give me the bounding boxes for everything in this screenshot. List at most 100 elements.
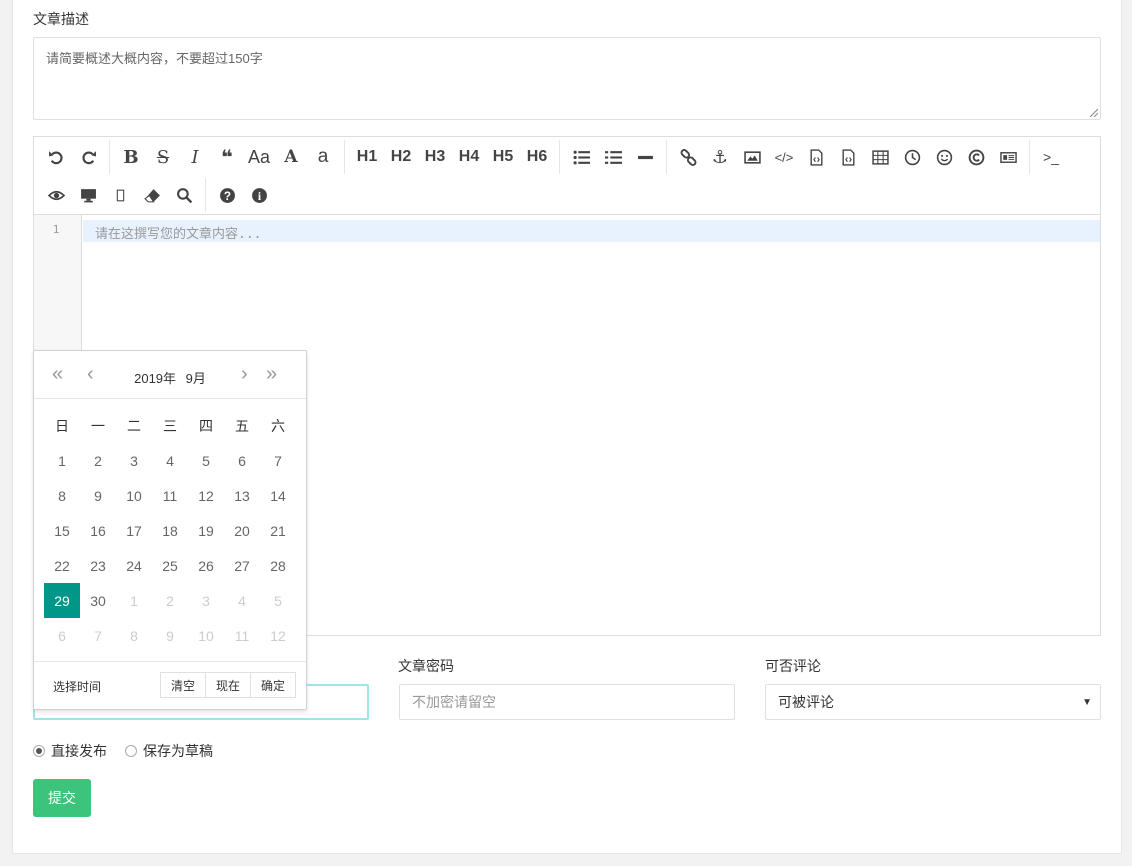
redo-icon[interactable] — [72, 142, 104, 172]
link-icon[interactable] — [672, 142, 704, 172]
calendar-day[interactable]: 16 — [80, 513, 116, 548]
calendar-day[interactable]: 19 — [188, 513, 224, 548]
terminal-icon[interactable]: >_ — [1035, 142, 1067, 172]
calendar-day[interactable]: 30 — [80, 583, 116, 618]
image-icon[interactable] — [736, 142, 768, 172]
radio-publish[interactable]: 直接发布 — [33, 741, 107, 761]
italic-icon[interactable]: I — [179, 142, 211, 172]
bold-icon[interactable]: B — [115, 142, 147, 172]
ordered-list-icon[interactable] — [597, 142, 629, 172]
uppercase-first-icon[interactable]: A — [275, 142, 307, 172]
horizontal-rule-icon[interactable] — [629, 142, 661, 172]
help-icon[interactable]: ? — [211, 180, 243, 210]
calendar-day[interactable]: 10 — [116, 478, 152, 513]
quote-icon[interactable]: ❝ — [211, 142, 243, 172]
preview-desktop-icon[interactable] — [72, 180, 104, 210]
calendar-day[interactable]: 25 — [152, 548, 188, 583]
calendar-day[interactable]: 12 — [188, 478, 224, 513]
undo-icon[interactable] — [40, 142, 72, 172]
calendar-day[interactable]: 21 — [260, 513, 296, 548]
uppercase-icon[interactable]: Aa — [243, 142, 275, 172]
calendar-day[interactable]: 8 — [44, 478, 80, 513]
preformatted-icon[interactable] — [832, 142, 864, 172]
comment-select[interactable]: 可被评论 ▼ — [765, 684, 1101, 720]
calendar-day-other-month[interactable]: 7 — [80, 618, 116, 653]
select-time-link[interactable]: 选择时间 — [53, 678, 101, 695]
calendar-day[interactable]: 9 — [80, 478, 116, 513]
strikethrough-icon[interactable]: S — [147, 142, 179, 172]
table-icon[interactable] — [864, 142, 896, 172]
h5-button[interactable]: H5 — [486, 142, 520, 172]
calendar-day[interactable]: 23 — [80, 548, 116, 583]
calendar-day[interactable]: 17 — [116, 513, 152, 548]
calendar-day[interactable]: 7 — [260, 443, 296, 478]
resize-grip-icon[interactable] — [1090, 109, 1098, 117]
calendar-day[interactable]: 27 — [224, 548, 260, 583]
h4-button[interactable]: H4 — [452, 142, 486, 172]
calendar-day[interactable]: 18 — [152, 513, 188, 548]
next-month-icon[interactable]: › — [241, 363, 248, 386]
calendar-day[interactable]: 5 — [188, 443, 224, 478]
editor-placeholder[interactable]: 请在这撰写您的文章内容... — [95, 223, 261, 242]
search-icon[interactable] — [168, 180, 200, 210]
calendar-day[interactable]: 24 — [116, 548, 152, 583]
eraser-icon[interactable] — [136, 180, 168, 210]
calendar-day-other-month[interactable]: 9 — [152, 618, 188, 653]
calendar-day[interactable]: 15 — [44, 513, 80, 548]
now-button[interactable]: 现在 — [205, 672, 251, 698]
weekday-header: 五 — [235, 417, 249, 434]
info-icon[interactable]: i — [243, 180, 275, 210]
h2-button[interactable]: H2 — [384, 142, 418, 172]
clear-button[interactable]: 清空 — [160, 672, 206, 698]
datetime-icon[interactable] — [896, 142, 928, 172]
calendar-day-other-month[interactable]: 4 — [224, 583, 260, 618]
toolbar-separator — [559, 140, 560, 174]
calendar-day[interactable]: 26 — [188, 548, 224, 583]
html-entities-icon[interactable] — [960, 142, 992, 172]
calendar-day-other-month[interactable]: 10 — [188, 618, 224, 653]
calendar-day[interactable]: 14 — [260, 478, 296, 513]
weekday-header: 一 — [91, 417, 105, 434]
calendar-day[interactable]: 22 — [44, 548, 80, 583]
unordered-list-icon[interactable] — [565, 142, 597, 172]
submit-button[interactable]: 提交 — [33, 779, 91, 817]
next-year-icon[interactable]: » — [266, 363, 277, 386]
comment-label: 可否评论 — [765, 658, 821, 674]
calendar-day[interactable]: 6 — [224, 443, 260, 478]
code-block-icon[interactable] — [800, 142, 832, 172]
calendar-year[interactable]: 2019年 — [134, 371, 176, 386]
calendar-day[interactable]: 2 — [80, 443, 116, 478]
calendar-day[interactable]: 20 — [224, 513, 260, 548]
fullscreen-icon[interactable] — [104, 180, 136, 210]
calendar-day[interactable]: 3 — [116, 443, 152, 478]
watch-eye-icon[interactable] — [40, 180, 72, 210]
calendar-day-other-month[interactable]: 2 — [152, 583, 188, 618]
calendar-month[interactable]: 9月 — [186, 371, 206, 386]
lowercase-icon[interactable]: a — [307, 142, 339, 172]
calendar-day[interactable]: 11 — [152, 478, 188, 513]
pagebreak-icon[interactable] — [992, 142, 1024, 172]
code-inline-icon[interactable]: </> — [768, 142, 800, 172]
password-input[interactable]: 不加密请留空 — [399, 684, 735, 720]
calendar-day-other-month[interactable]: 1 — [116, 583, 152, 618]
confirm-button[interactable]: 确定 — [250, 672, 296, 698]
calendar-day[interactable]: 28 — [260, 548, 296, 583]
emoji-icon[interactable] — [928, 142, 960, 172]
h1-button[interactable]: H1 — [350, 142, 384, 172]
calendar-day-other-month[interactable]: 5 — [260, 583, 296, 618]
calendar-day-other-month[interactable]: 11 — [224, 618, 260, 653]
calendar-day[interactable]: 1 — [44, 443, 80, 478]
radio-draft[interactable]: 保存为草稿 — [125, 741, 213, 761]
calendar-day[interactable]: 4 — [152, 443, 188, 478]
description-textarea[interactable]: 请简要概述大概内容，不要超过150字 — [33, 37, 1101, 120]
h6-button[interactable]: H6 — [520, 142, 554, 172]
calendar-day-other-month[interactable]: 6 — [44, 618, 80, 653]
h3-button[interactable]: H3 — [418, 142, 452, 172]
calendar-day[interactable]: 13 — [224, 478, 260, 513]
calendar-day-other-month[interactable]: 12 — [260, 618, 296, 653]
weekday-header: 日 — [55, 417, 69, 434]
calendar-day-selected[interactable]: 29 — [44, 583, 80, 618]
calendar-day-other-month[interactable]: 3 — [188, 583, 224, 618]
anchor-icon[interactable]: ⚓ — [704, 142, 736, 172]
calendar-day-other-month[interactable]: 8 — [116, 618, 152, 653]
